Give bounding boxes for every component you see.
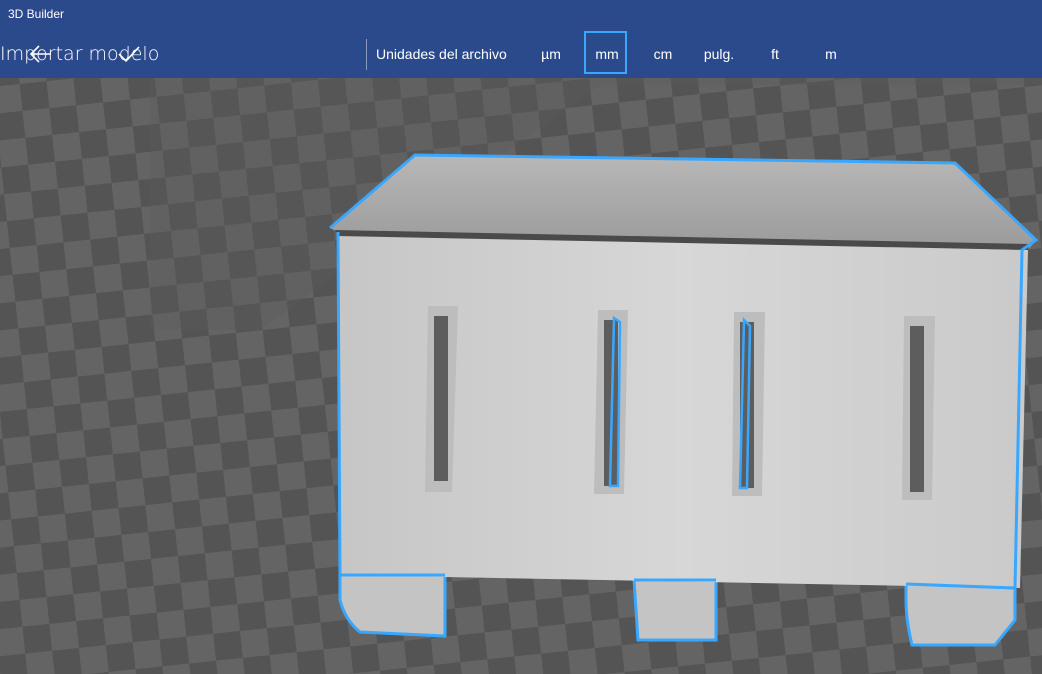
window-titlebar: 3D Builder xyxy=(0,0,1042,30)
unit-option-mm[interactable]: mm xyxy=(584,30,630,78)
unit-option-cm[interactable]: cm xyxy=(640,30,686,78)
unit-option-um[interactable]: µm xyxy=(528,30,574,78)
window-title: 3D Builder xyxy=(8,7,65,21)
scene-canvas[interactable] xyxy=(0,78,1042,674)
confirm-button[interactable] xyxy=(104,30,154,78)
slot xyxy=(594,310,628,494)
checkmark-icon xyxy=(118,46,140,63)
slot xyxy=(732,312,765,496)
import-toolbar: Importar modelo Unidades del archivo µm … xyxy=(0,30,1042,78)
imported-model[interactable] xyxy=(329,153,1039,647)
unit-option-in[interactable]: pulg. xyxy=(696,30,742,78)
3d-viewport[interactable] xyxy=(0,78,1042,674)
file-units-label: Unidades del archivo xyxy=(376,46,507,62)
back-arrow-icon xyxy=(29,45,51,63)
slot xyxy=(902,316,935,500)
unit-option-ft[interactable]: ft xyxy=(752,30,798,78)
unit-option-m[interactable]: m xyxy=(808,30,854,78)
toolbar-divider xyxy=(366,39,367,70)
back-button[interactable] xyxy=(18,30,64,78)
import-model-title: Importar modelo xyxy=(0,43,160,65)
